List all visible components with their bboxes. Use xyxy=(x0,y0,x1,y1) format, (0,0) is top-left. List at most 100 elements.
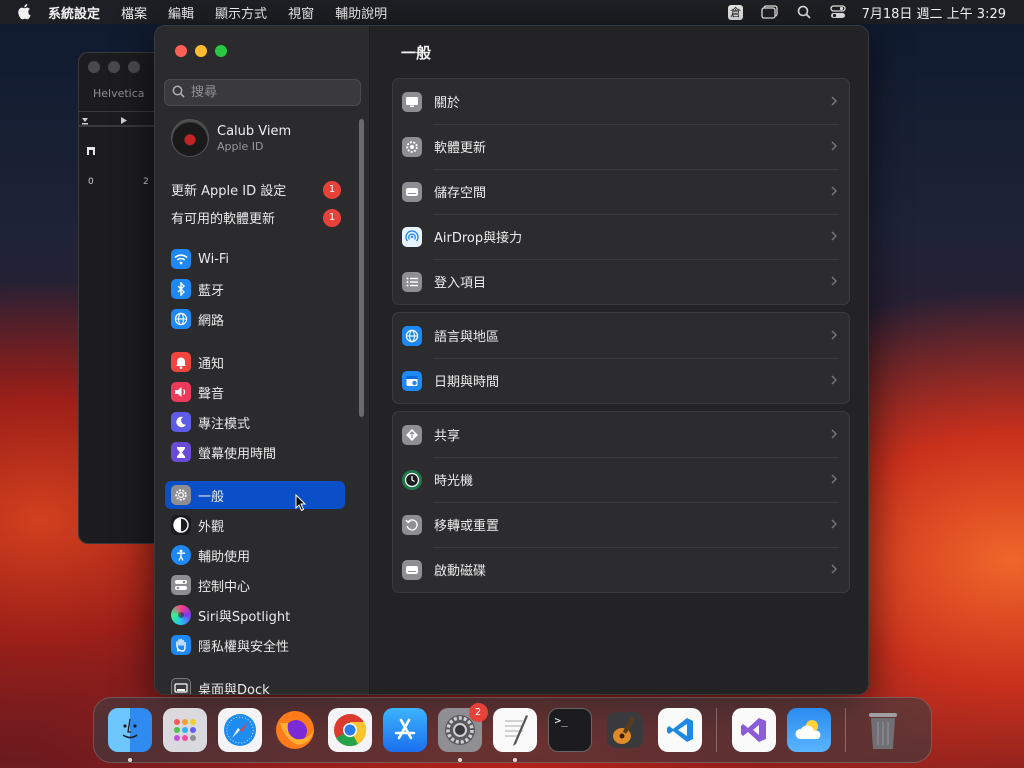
gear-icon xyxy=(171,485,191,505)
row-transfer-reset[interactable]: 移轉或重置 xyxy=(393,502,849,547)
sidebar-item-sound[interactable]: 聲音 xyxy=(165,378,345,406)
spotlight-search-icon[interactable] xyxy=(794,4,814,20)
menu-window[interactable]: 視窗 xyxy=(288,3,314,22)
drive-icon xyxy=(402,559,422,580)
notice-update-apple-id[interactable]: 更新 Apple ID 設定 1 xyxy=(171,180,341,199)
ruler-two-label: 2 xyxy=(143,177,149,187)
close-button[interactable] xyxy=(175,45,187,57)
vscode-icon[interactable] xyxy=(657,708,702,752)
row-label: 移轉或重置 xyxy=(434,519,500,534)
profile-subtitle: Apple ID xyxy=(217,139,264,153)
sidebar-item-desktop-dock[interactable]: 桌面與Dock xyxy=(165,674,345,694)
running-indicator xyxy=(127,758,132,762)
row-label: 語言與地區 xyxy=(434,330,500,345)
minimize-button[interactable] xyxy=(195,45,207,57)
dock-badge: 2 xyxy=(468,703,488,722)
notice-label: 更新 Apple ID 設定 xyxy=(171,184,287,199)
sidebar-item-label: Siri與Spotlight xyxy=(198,609,291,625)
sidebar-item-accessibility[interactable]: 輔助使用 xyxy=(165,541,345,569)
calendar-icon xyxy=(402,370,422,391)
row-storage[interactable]: 儲存空間 xyxy=(393,169,849,214)
search-icon xyxy=(172,83,185,102)
display-icon xyxy=(402,91,422,112)
row-airdrop-handoff[interactable]: AirDrop與接力 xyxy=(393,214,849,259)
row-label: 登入項目 xyxy=(434,276,487,291)
row-startup-disk[interactable]: 啟動磁碟 xyxy=(393,547,849,592)
terminal-icon[interactable]: >_ xyxy=(547,708,592,752)
reset-icon xyxy=(402,514,422,535)
appearance-icon xyxy=(171,515,191,535)
trash-icon[interactable] xyxy=(861,708,905,752)
chevron-right-icon xyxy=(831,276,837,286)
weather-icon[interactable] xyxy=(786,708,831,752)
row-label: 啟動磁碟 xyxy=(434,564,487,579)
garageband-icon[interactable] xyxy=(603,708,647,752)
sidebar-search xyxy=(164,79,361,106)
chevron-right-icon xyxy=(831,564,837,574)
system-settings-icon[interactable]: 2 xyxy=(437,703,488,762)
avatar xyxy=(171,119,209,157)
row-software-update[interactable]: 軟體更新 xyxy=(393,124,849,169)
menu-help[interactable]: 輔助說明 xyxy=(335,3,387,22)
menu-app-name[interactable]: 系統設定 xyxy=(48,3,100,22)
textedit-icon[interactable] xyxy=(492,708,537,762)
sidebar-item-notifications[interactable]: 通知 xyxy=(165,348,345,376)
visual-studio-icon[interactable] xyxy=(731,708,776,752)
moon-icon xyxy=(171,412,191,432)
zoom-button[interactable] xyxy=(215,45,227,57)
airdrop-icon xyxy=(402,226,422,247)
dock-separator xyxy=(716,708,717,752)
row-sharing[interactable]: 共享 xyxy=(393,412,849,457)
search-input[interactable] xyxy=(191,85,351,100)
sidebar-item-siri-spotlight[interactable]: Siri與Spotlight xyxy=(165,601,345,629)
dock-separator xyxy=(845,708,846,752)
list-icon xyxy=(402,271,422,292)
hourglass-icon xyxy=(171,442,191,462)
accessibility-icon xyxy=(171,545,191,565)
sidebar-item-appearance[interactable]: 外觀 xyxy=(165,511,345,539)
sidebar-item-label: 輔助使用 xyxy=(198,549,251,565)
menu-file[interactable]: 檔案 xyxy=(121,3,147,22)
launchpad-icon[interactable] xyxy=(162,708,207,752)
notice-software-update[interactable]: 有可用的軟體更新 1 xyxy=(171,208,341,227)
menu-edit[interactable]: 編輯 xyxy=(168,3,194,22)
stage-manager-icon[interactable] xyxy=(760,4,780,20)
sidebar-item-focus[interactable]: 專注模式 xyxy=(165,408,345,436)
system-settings-window: Calub Viem Apple ID 更新 Apple ID 設定 1 有可用… xyxy=(154,25,869,695)
mouse-cursor-icon xyxy=(295,493,307,516)
apple-id-profile[interactable]: Calub Viem Apple ID xyxy=(171,119,291,157)
finder-icon[interactable] xyxy=(107,708,152,762)
app-store-icon[interactable] xyxy=(382,708,427,752)
hand-icon xyxy=(171,635,191,655)
safari-icon[interactable] xyxy=(217,708,262,752)
row-login-items[interactable]: 登入項目 xyxy=(393,259,849,304)
row-language-region[interactable]: 語言與地區 xyxy=(393,313,849,358)
input-method-icon[interactable]: 倉 xyxy=(726,4,746,20)
sidebar-item-control-center[interactable]: 控制中心 xyxy=(165,571,345,599)
speaker-icon xyxy=(171,382,191,402)
sidebar-item-bluetooth[interactable]: 藍牙 xyxy=(165,275,345,303)
apple-menu-icon[interactable] xyxy=(18,4,32,20)
firefox-icon[interactable] xyxy=(273,708,317,752)
row-label: AirDrop與接力 xyxy=(434,231,523,246)
sidebar-item-network[interactable]: 網路 xyxy=(165,305,345,333)
control-center-icon[interactable] xyxy=(828,4,848,20)
globe-icon xyxy=(171,309,191,329)
toggles-icon xyxy=(171,575,191,595)
sidebar-item-label: 一般 xyxy=(198,489,225,505)
row-about[interactable]: 關於 xyxy=(393,79,849,124)
row-date-time[interactable]: 日期與時間 xyxy=(393,358,849,403)
sidebar-item-label: 外觀 xyxy=(198,519,225,535)
sidebar-item-general[interactable]: 一般 xyxy=(165,481,345,509)
menu-view[interactable]: 顯示方式 xyxy=(215,3,267,22)
sidebar-item-wifi[interactable]: Wi-Fi xyxy=(165,245,345,273)
row-time-machine[interactable]: 時光機 xyxy=(393,457,849,502)
sidebar-item-screen-time[interactable]: 螢幕使用時間 xyxy=(165,438,345,466)
chrome-icon[interactable] xyxy=(327,708,372,752)
menubar-clock[interactable]: 7月18日 週二 上午 3:29 xyxy=(862,3,1006,22)
sidebar-item-privacy-security[interactable]: 隱私權與安全性 xyxy=(165,631,345,659)
wifi-icon xyxy=(171,249,191,269)
dock: 2 >_ xyxy=(93,697,932,763)
row-label: 日期與時間 xyxy=(434,375,500,390)
sidebar-scrollbar[interactable] xyxy=(359,119,364,417)
